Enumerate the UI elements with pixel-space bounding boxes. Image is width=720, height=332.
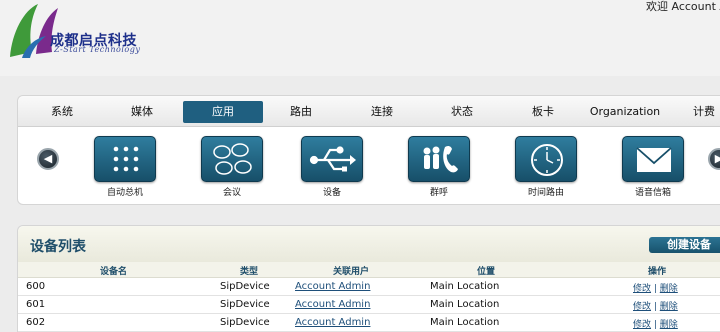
associated-user-link[interactable]: Account Admin xyxy=(295,299,370,310)
device-name: 602 xyxy=(26,317,46,328)
tab-routing[interactable]: 路由 xyxy=(279,101,323,123)
column-header-associated-user[interactable]: 关联用户 xyxy=(333,264,369,277)
scroll-right-arrow-icon[interactable]: ▶ xyxy=(708,148,720,170)
delete-link[interactable]: 删除 xyxy=(660,302,678,312)
column-header-type[interactable]: 类型 xyxy=(240,264,258,277)
tab-organization[interactable]: Organization xyxy=(588,101,662,123)
group-call-icon xyxy=(408,136,470,182)
app-label: 会议 xyxy=(222,188,241,198)
device-list-title: 设备列表 xyxy=(30,239,86,255)
app-conference[interactable]: 会议 xyxy=(187,136,277,198)
table-row: 600 SipDevice Account Admin Main Locatio… xyxy=(18,278,720,296)
app-label: 时间路由 xyxy=(527,188,564,198)
app-label: 群呼 xyxy=(429,188,448,198)
row-actions: 修改 | 删除 xyxy=(633,302,678,312)
app-time-routing[interactable]: 时间路由 xyxy=(501,136,591,198)
associated-user-link[interactable]: Account Admin xyxy=(295,317,370,328)
device-type: SipDevice xyxy=(220,299,270,310)
row-actions: 修改 | 删除 xyxy=(633,284,678,294)
scroll-left-arrow-icon[interactable]: ◀ xyxy=(37,148,59,170)
navigation-panel: 系统 媒体 应用 路由 连接 状态 板卡 Organization 计费 ◀ ▶… xyxy=(17,95,720,205)
device-location: Main Location xyxy=(430,281,500,292)
app-voicemail[interactable]: 语音信箱 xyxy=(608,136,698,198)
usb-icon xyxy=(301,136,363,182)
column-header-location[interactable]: 位置 xyxy=(477,264,495,277)
clock-icon xyxy=(515,136,577,182)
tab-applications[interactable]: 应用 xyxy=(183,101,263,123)
device-name: 601 xyxy=(26,299,46,310)
device-location: Main Location xyxy=(430,317,500,328)
associated-user-link[interactable]: Account Admin xyxy=(295,281,370,292)
tab-board[interactable]: 板卡 xyxy=(521,101,565,123)
device-type: SipDevice xyxy=(220,281,270,292)
tab-connection[interactable]: 连接 xyxy=(360,101,404,123)
tab-status[interactable]: 状态 xyxy=(440,101,484,123)
speech-bubbles-icon xyxy=(201,136,263,182)
device-name: 600 xyxy=(26,281,46,292)
delete-link[interactable]: 删除 xyxy=(660,284,678,294)
device-list-header: 设备列表 创建设备 xyxy=(18,226,720,262)
column-header-actions: 操作 xyxy=(648,267,667,277)
envelope-icon xyxy=(622,136,684,182)
tab-billing[interactable]: 计费 xyxy=(682,101,720,123)
device-type: SipDevice xyxy=(220,317,270,328)
device-location: Main Location xyxy=(430,299,500,310)
device-list-panel: 设备列表 创建设备 设备名 类型 关联用户 位置 操作 600 SipDevic… xyxy=(17,225,720,332)
row-actions: 修改 | 删除 xyxy=(633,320,678,330)
app-group-call[interactable]: 群呼 xyxy=(394,136,484,198)
tab-bar: 系统 媒体 应用 路由 连接 状态 板卡 Organization 计费 xyxy=(18,96,720,127)
edit-link[interactable]: 修改 xyxy=(633,302,651,312)
edit-link[interactable]: 修改 xyxy=(633,320,651,330)
app-label: 自动总机 xyxy=(106,188,143,198)
app-devices[interactable]: 设备 xyxy=(287,136,377,198)
table-row: 602 SipDevice Account Admin Main Locatio… xyxy=(18,314,720,332)
create-device-button[interactable]: 创建设备 xyxy=(649,237,720,253)
tab-media[interactable]: 媒体 xyxy=(120,101,164,123)
tab-system[interactable]: 系统 xyxy=(40,101,84,123)
table-row: 601 SipDevice Account Admin Main Locatio… xyxy=(18,296,720,314)
app-label: 设备 xyxy=(322,188,341,198)
header: 成都启点科技 Z-Start Technology 欢迎 Account A xyxy=(0,0,720,76)
column-header-device-name[interactable]: 设备名 xyxy=(100,264,127,277)
edit-link[interactable]: 修改 xyxy=(633,284,651,294)
logo-subtext: Z-Start Technology xyxy=(54,45,141,54)
dialpad-icon xyxy=(94,136,156,182)
welcome-text: 欢迎 Account A xyxy=(646,0,720,13)
delete-link[interactable]: 删除 xyxy=(660,320,678,330)
app-label: 语音信箱 xyxy=(634,188,671,198)
app-auto-attendant[interactable]: 自动总机 xyxy=(80,136,170,198)
